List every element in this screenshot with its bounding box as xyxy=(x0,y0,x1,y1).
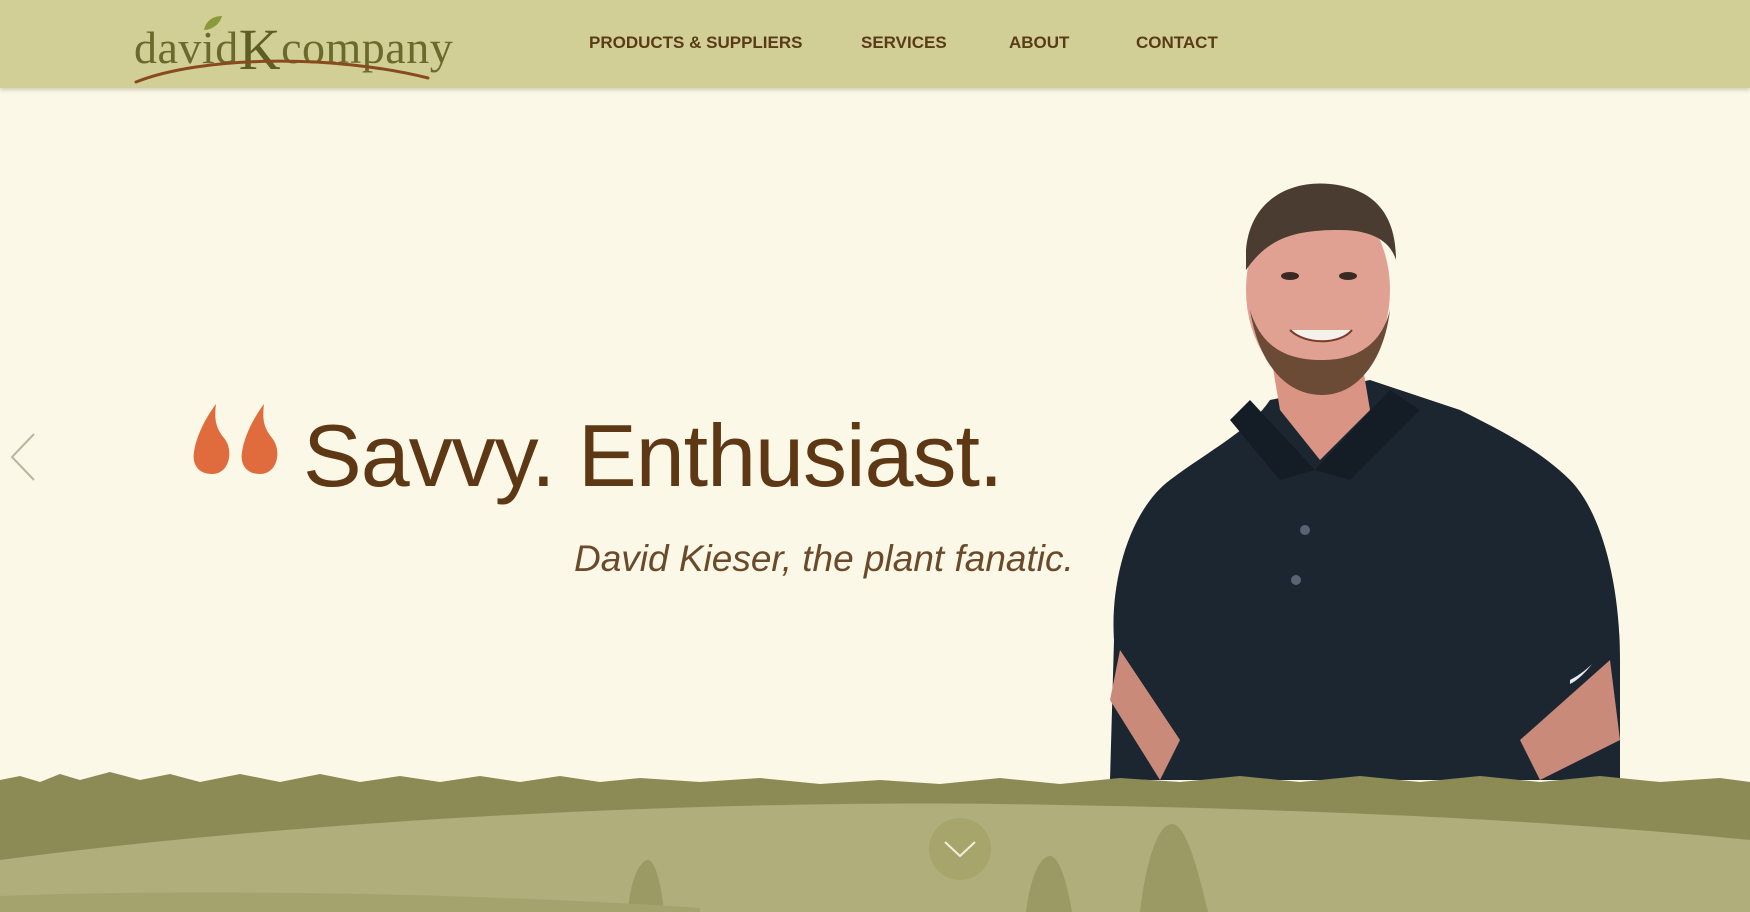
hero-headline: Savvy. Enthusiast. xyxy=(303,406,1003,505)
site-logo[interactable]: davidKcompany xyxy=(132,8,462,84)
nav-contact[interactable]: CONTACT xyxy=(1136,33,1218,53)
chevron-left-icon[interactable] xyxy=(8,432,38,482)
chevron-down-icon xyxy=(944,841,976,858)
nav-services[interactable]: SERVICES xyxy=(861,33,947,53)
nav-products-suppliers[interactable]: PRODUCTS & SUPPLIERS xyxy=(589,33,802,53)
nav-about[interactable]: ABOUT xyxy=(1009,33,1069,53)
scroll-down-button[interactable] xyxy=(929,818,991,880)
hero-attribution: David Kieser, the plant fanatic. xyxy=(574,538,1074,579)
quote-icon xyxy=(193,404,278,474)
portrait-photo xyxy=(1110,183,1620,780)
site-header: davidKcompany PRODUCTS & SUPPLIERS SERVI… xyxy=(0,0,1750,88)
logo-swoosh xyxy=(134,59,430,84)
landscape-hills xyxy=(0,772,1750,912)
page: davidKcompany PRODUCTS & SUPPLIERS SERVI… xyxy=(0,0,1750,912)
